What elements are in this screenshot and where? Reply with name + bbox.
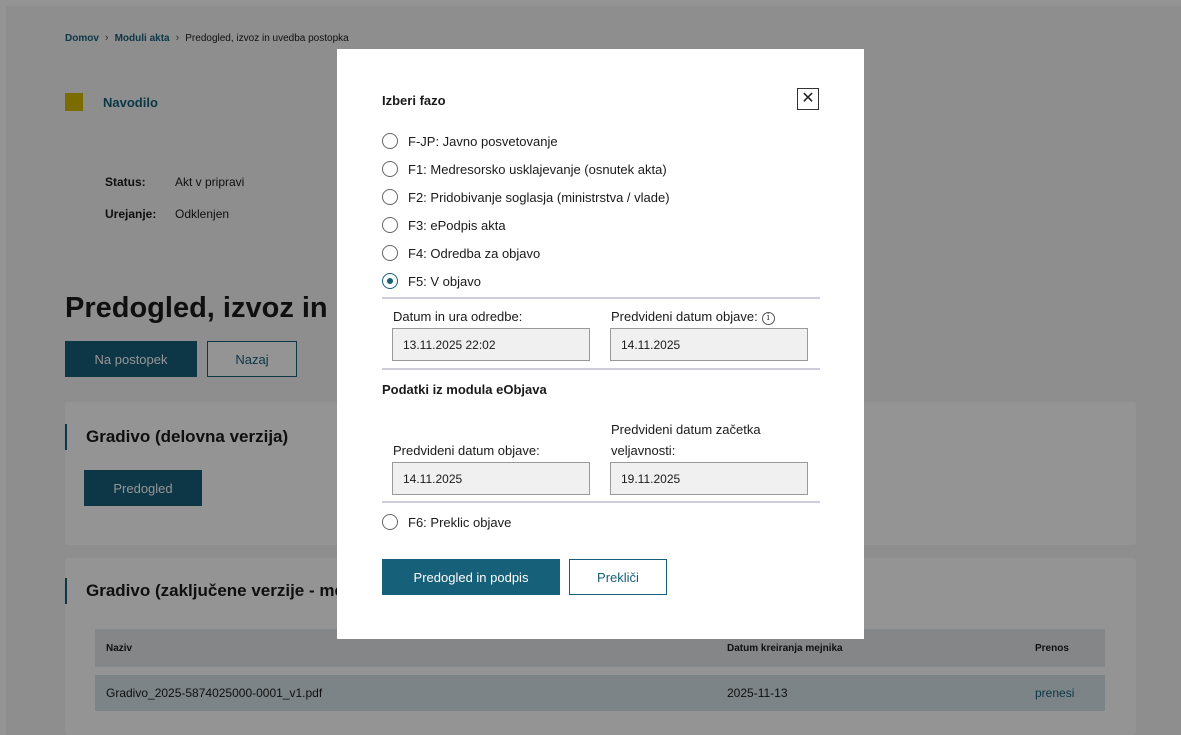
eobjava-valid-label-line1: Predvideni datum začetka [611,422,761,437]
radio-button[interactable] [382,161,398,177]
dialog-title: Izberi fazo [382,93,446,108]
radio-button[interactable] [382,245,398,261]
order-datetime-field[interactable]: 13.11.2025 22:02 [392,328,590,361]
radio-button[interactable] [382,514,398,530]
phase-label: F5: V objavo [408,273,481,289]
f5-details-panel: Datum in ura odredbe: 13.11.2025 22:02 P… [382,297,820,370]
phase-label: F6: Preklic objave [408,514,512,530]
phase-label: F3: ePodpis akta [408,217,506,233]
phase-label: F2: Pridobivanje soglasja (ministrstva /… [408,189,670,205]
phase-radio-group: F-JP: Javno posvetovanje F1: Medresorsko… [382,127,670,295]
select-phase-dialog: Izberi fazo ✕ F-JP: Javno posvetovanje F… [337,49,864,639]
info-icon[interactable]: i [761,312,775,325]
phase-option-fjp[interactable]: F-JP: Javno posvetovanje [382,127,670,155]
order-datetime-label: Datum in ura odredbe: [393,309,523,324]
planned-pub-label-wrap: Predvideni datum objave: i [611,307,775,326]
radio-button[interactable] [382,217,398,233]
phase-option-f3[interactable]: F3: ePodpis akta [382,211,670,239]
eobjava-valid-label-line2: veljavnosti: [611,443,676,458]
radio-button[interactable] [382,133,398,149]
phase-option-f5[interactable]: F5: V objavo [382,267,670,295]
planned-pub-date-field[interactable]: 14.11.2025 [610,328,808,361]
phase-option-f2[interactable]: F2: Pridobivanje soglasja (ministrstva /… [382,183,670,211]
eobjava-pub-date-field[interactable]: 14.11.2025 [392,462,590,495]
radio-button[interactable] [382,189,398,205]
cancel-button[interactable]: Prekliči [569,559,667,595]
eobjava-panel: Predvideni datum objave: 14.11.2025 Pred… [382,405,820,503]
radio-button-selected[interactable] [382,273,398,289]
preview-and-sign-button[interactable]: Predogled in podpis [382,559,560,595]
phase-label: F1: Medresorsko usklajevanje (osnutek ak… [408,161,667,177]
close-icon[interactable]: ✕ [797,88,819,110]
eobjava-valid-date-field[interactable]: 19.11.2025 [610,462,808,495]
eobjava-section-title: Podatki iz modula eObjava [382,382,547,397]
eobjava-pub-label: Predvideni datum objave: [393,443,540,458]
phase-label: F4: Odredba za objavo [408,245,541,261]
phase-option-f1[interactable]: F1: Medresorsko usklajevanje (osnutek ak… [382,155,670,183]
phase-option-f4[interactable]: F4: Odredba za objavo [382,239,670,267]
phase-label: F-JP: Javno posvetovanje [408,133,558,149]
planned-pub-label: Predvideni datum objave: [611,309,758,324]
phase-option-f6[interactable]: F6: Preklic objave [382,508,511,536]
